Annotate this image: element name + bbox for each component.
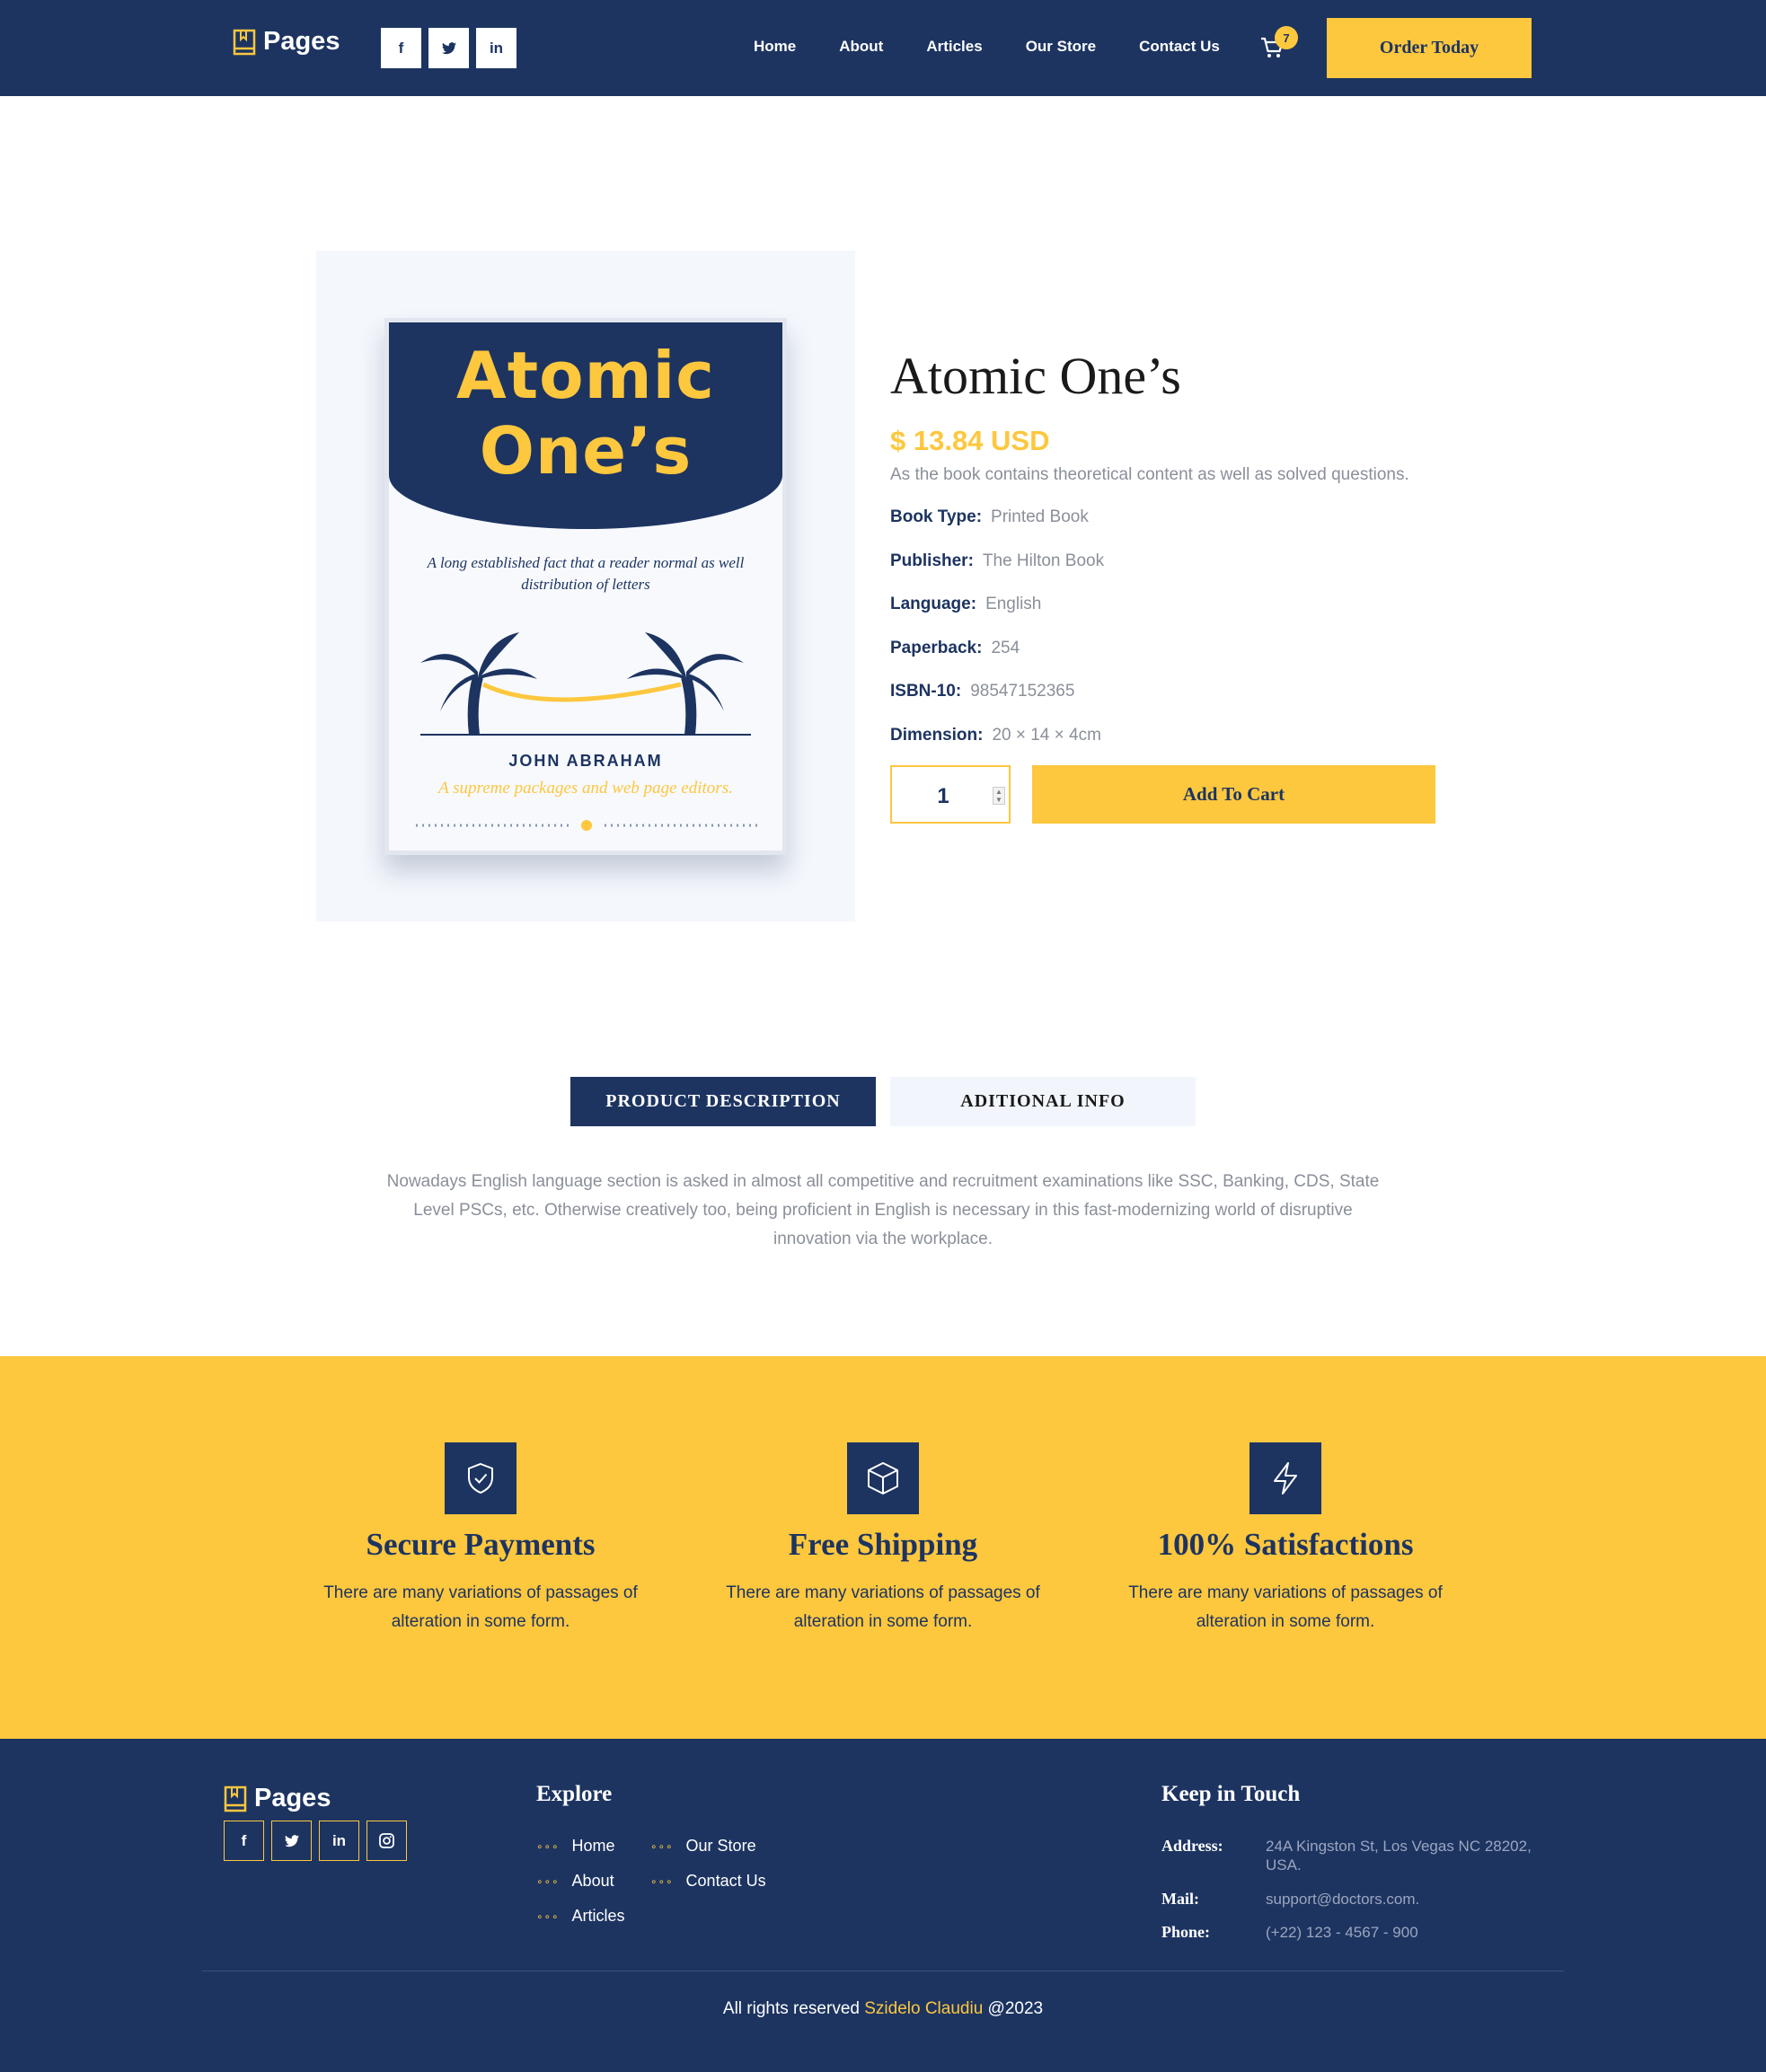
feature-title: Secure Payments: [366, 1527, 596, 1562]
book-cover-tagline: A long established fact that a reader no…: [427, 554, 745, 593]
footer-explore-heading: Explore: [536, 1782, 613, 1806]
tab-additional-info[interactable]: ADITIONAL INFO: [890, 1077, 1196, 1126]
spec-isbn: ISBN-10: 98547152365: [890, 682, 1075, 701]
features-section: Secure Payments There are many variation…: [0, 1356, 1766, 1739]
spec-dimension: Dimension: 20 × 14 × 4cm: [890, 726, 1101, 745]
facebook-icon[interactable]: f: [224, 1821, 264, 1861]
header-social: f in: [381, 28, 517, 68]
footer-link-contact-us[interactable]: ∘∘∘ Contact Us: [650, 1872, 766, 1891]
mail-label: Mail:: [1161, 1890, 1199, 1908]
book-cover-subtitle: A supreme packages and web page editors.: [438, 779, 733, 798]
nav-our-store[interactable]: Our Store: [1026, 38, 1096, 56]
product-description: As the book contains theoretical content…: [890, 465, 1409, 484]
spec-publisher: Publisher: The Hilton Book: [890, 551, 1105, 570]
footer-link-home[interactable]: ∘∘∘ Home: [536, 1837, 615, 1856]
feature-title: 100% Satisfactions: [1157, 1527, 1414, 1562]
linkedin-icon[interactable]: in: [476, 28, 517, 68]
spinner-arrows-icon[interactable]: ▲ ▼: [993, 787, 1005, 805]
order-today-button[interactable]: Order Today: [1327, 18, 1532, 78]
footer-link-about[interactable]: ∘∘∘ About: [536, 1872, 614, 1891]
spec-paperback: Paperback: 254: [890, 639, 1020, 657]
product-price: $ 13.84 USD: [890, 425, 1050, 456]
address-value: 24A Kingston St, Los Vegas NC 28202, USA…: [1266, 1838, 1532, 1874]
feature-satisfaction: 100% Satisfactions There are many variat…: [1106, 1442, 1465, 1636]
dots-icon: ∘∘∘: [536, 1909, 560, 1923]
facebook-icon[interactable]: f: [381, 28, 421, 68]
footer-link-our-store[interactable]: ∘∘∘ Our Store: [650, 1837, 756, 1856]
product-title: Atomic One’s: [890, 347, 1181, 405]
nav-about[interactable]: About: [839, 38, 883, 56]
twitter-icon[interactable]: [428, 28, 469, 68]
dots-icon: ∘∘∘: [650, 1839, 674, 1853]
book-icon: [233, 29, 256, 55]
dots-icon: ∘∘∘: [650, 1874, 674, 1888]
quantity-value[interactable]: 1: [892, 784, 994, 809]
book-cover-author: JOHN ABRAHAM: [508, 752, 663, 770]
box-icon: [847, 1442, 919, 1514]
mail-value[interactable]: support@doctors.com.: [1266, 1890, 1419, 1909]
dots-icon: ∘∘∘: [536, 1874, 560, 1888]
tab-product-description[interactable]: PRODUCT DESCRIPTION: [570, 1077, 876, 1126]
lightning-icon: [1249, 1442, 1321, 1514]
footer-social: f in: [224, 1821, 407, 1861]
shield-check-icon: [445, 1442, 517, 1514]
feature-free-shipping: Free Shipping There are many variations …: [703, 1442, 1063, 1636]
palm-trees-illustration: [420, 632, 751, 736]
footer-contact-heading: Keep in Touch: [1161, 1782, 1301, 1806]
site-footer: Pages f in Explore ∘∘∘ Home ∘∘∘ About ∘∘∘ A…: [0, 1739, 1766, 2072]
feature-title: Free Shipping: [788, 1527, 978, 1562]
add-to-cart-button[interactable]: Add To Cart: [1032, 765, 1435, 824]
author-link[interactable]: Szidelo Claudiu: [864, 1999, 983, 2018]
logo-text: Pages: [263, 27, 340, 56]
twitter-icon[interactable]: [271, 1821, 312, 1861]
tab-content-text: Nowadays English language section is ask…: [386, 1172, 1380, 1248]
phone-label: Phone:: [1161, 1923, 1210, 1941]
phone-value[interactable]: (+22) 123 - 4567 - 900: [1266, 1923, 1418, 1942]
site-header: Pages f in Home About Articles Our Store…: [0, 0, 1766, 96]
spec-book-type: Book Type: Printed Book: [890, 507, 1089, 526]
book-icon: [224, 1785, 247, 1812]
quantity-stepper[interactable]: 1 ▲ ▼: [890, 765, 1011, 824]
book-cover: Atomic One’s A long established fact tha…: [384, 318, 787, 855]
feature-text: There are many variations of passages of…: [323, 1583, 638, 1631]
site-logo[interactable]: Pages: [233, 27, 340, 57]
linkedin-icon[interactable]: in: [319, 1821, 359, 1861]
footer-logo[interactable]: Pages: [224, 1784, 331, 1813]
main-nav: Home About Articles Our Store Contact Us: [754, 38, 1263, 56]
nav-home[interactable]: Home: [754, 38, 796, 56]
footer-link-articles[interactable]: ∘∘∘ Articles: [536, 1907, 625, 1926]
footer-logo-text: Pages: [254, 1784, 331, 1812]
book-cover-title: Atomic One’s: [456, 338, 715, 489]
dots-icon: ∘∘∘: [536, 1839, 560, 1853]
instagram-icon[interactable]: [366, 1821, 407, 1861]
cover-dots-decoration: [416, 820, 757, 831]
address-label: Address:: [1161, 1837, 1223, 1855]
nav-contact-us[interactable]: Contact Us: [1139, 38, 1220, 56]
nav-articles[interactable]: Articles: [926, 38, 982, 56]
feature-text: There are many variations of passages of…: [1128, 1583, 1443, 1631]
feature-text: There are many variations of passages of…: [726, 1583, 1040, 1631]
feature-secure-payments: Secure Payments There are many variation…: [301, 1442, 660, 1636]
copyright: All rights reserved Szidelo Claudiu @202…: [722, 1999, 1044, 2018]
cart-count-badge: 7: [1275, 26, 1298, 49]
spec-language: Language: English: [890, 595, 1042, 613]
